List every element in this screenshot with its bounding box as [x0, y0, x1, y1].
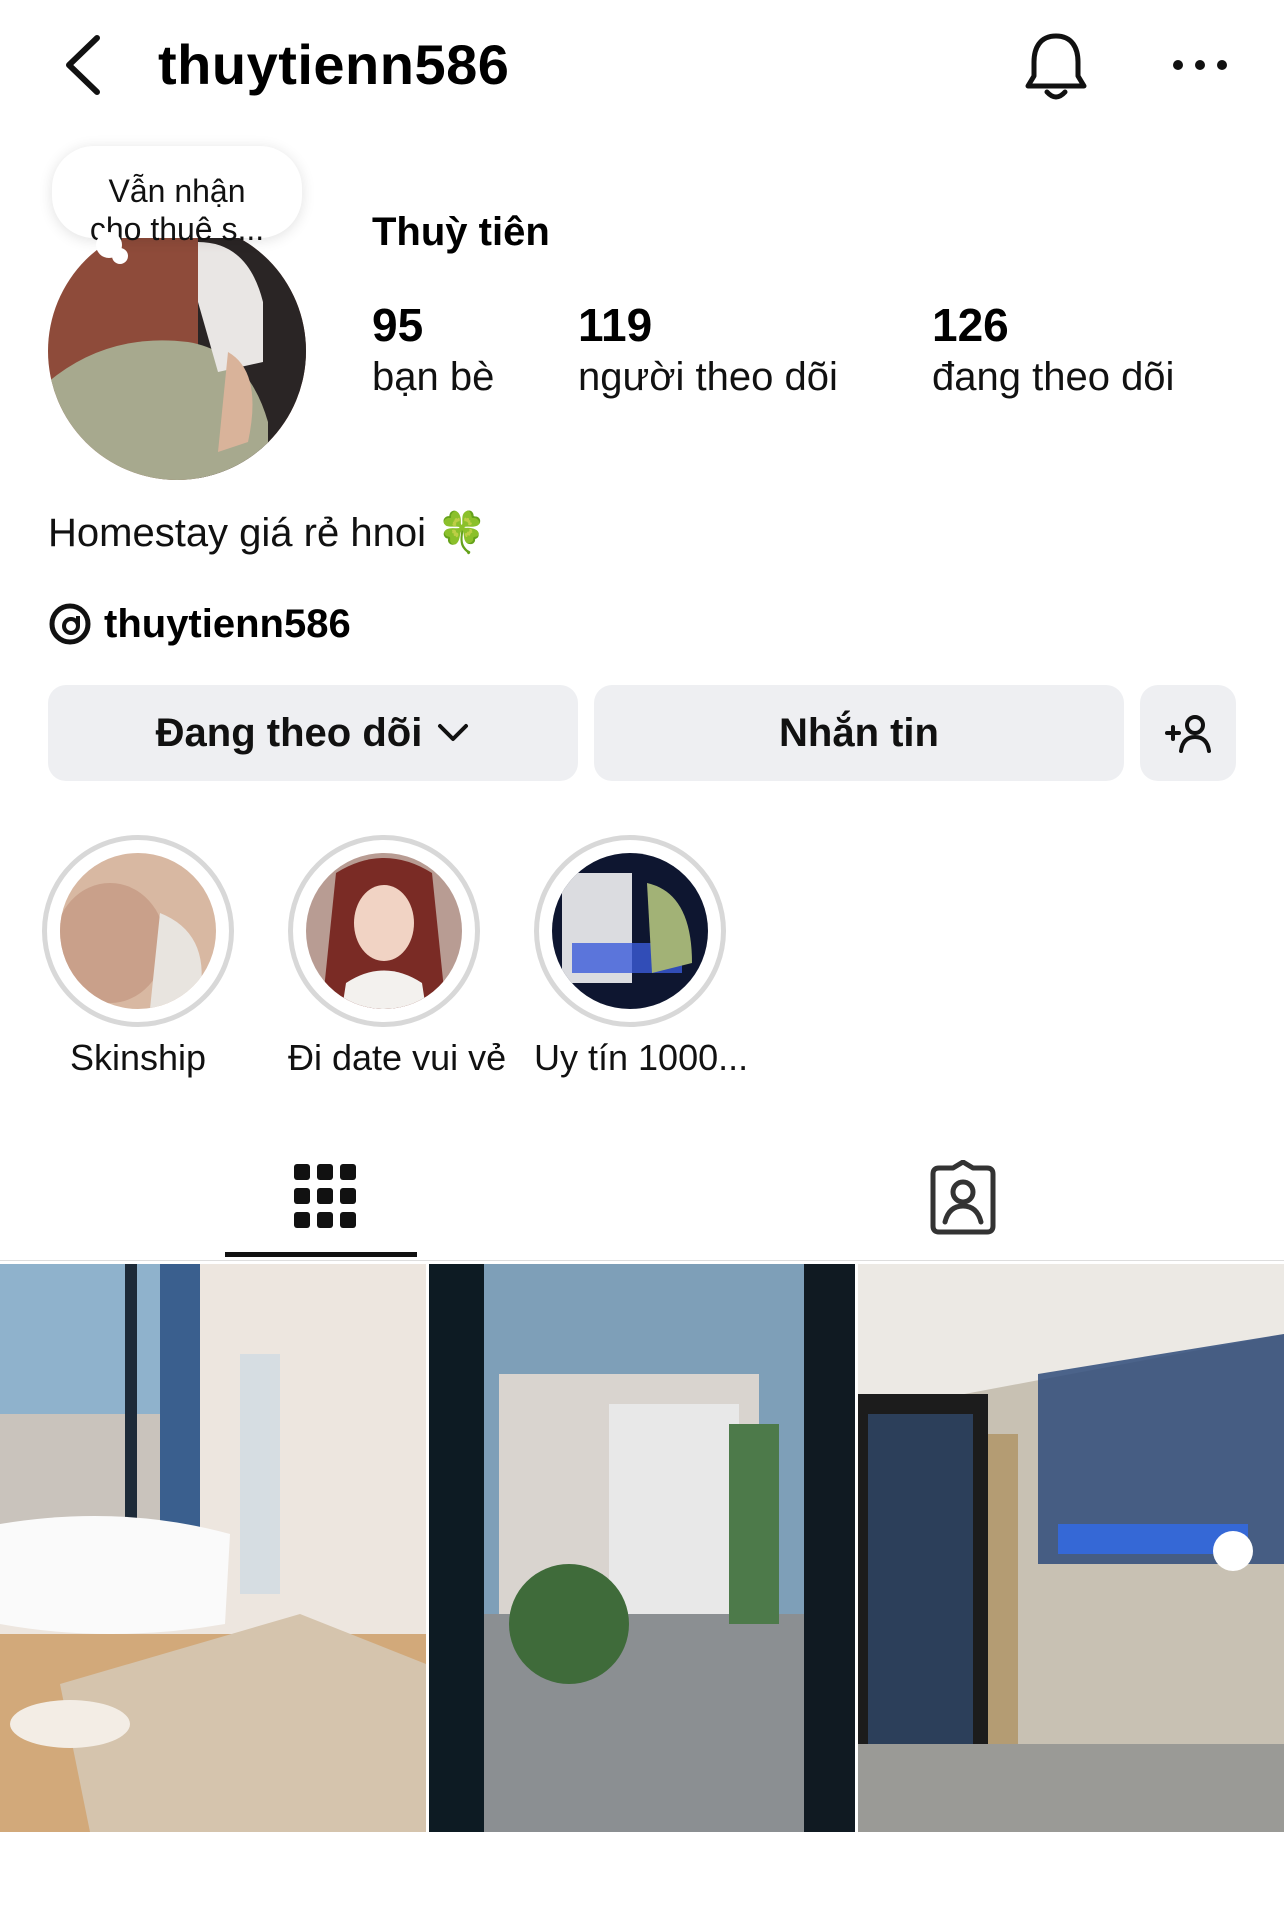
- threads-icon: [49, 603, 91, 645]
- highlight-date[interactable]: Đi date vui vẻ: [288, 835, 507, 1079]
- highlight-skinship[interactable]: Skinship: [42, 835, 234, 1079]
- active-tab-indicator: [225, 1252, 417, 1257]
- highlight-ring: [534, 835, 726, 1027]
- message-button-label: Nhắn tin: [779, 710, 939, 755]
- profile-note-bubble[interactable]: Vẫn nhận cho thuê s...: [52, 146, 302, 247]
- display-name: Thuỳ tiên: [372, 210, 550, 254]
- stat-followers-count: 119: [578, 299, 653, 351]
- highlight-trust[interactable]: Uy tín 1000...: [534, 835, 749, 1079]
- following-button-label: Đang theo dõi: [155, 710, 423, 755]
- stat-friends-label: bạn bè: [372, 355, 495, 399]
- following-button[interactable]: Đang theo dõi: [48, 685, 578, 781]
- stat-followers[interactable]: 119 người theo dõi: [578, 300, 838, 404]
- highlight-cover: [60, 853, 216, 1009]
- highlight-cover: [306, 853, 462, 1009]
- note-line-2: cho thuê s...: [89, 211, 265, 247]
- note-line-1: Vẫn nhận: [108, 173, 246, 209]
- threads-handle: thuytienn586: [104, 601, 351, 646]
- stat-following-count: 126: [932, 299, 1009, 351]
- post-thumbnail[interactable]: [858, 1264, 1284, 1832]
- more-icon[interactable]: [1160, 40, 1240, 90]
- stat-followers-label: người theo dõi: [578, 355, 838, 399]
- stat-friends-count: 95: [372, 299, 424, 351]
- profile-avatar[interactable]: [48, 222, 306, 480]
- threads-link[interactable]: thuytienn586: [48, 598, 351, 650]
- chevron-down-icon: [438, 724, 469, 741]
- add-person-icon: [1165, 715, 1211, 753]
- message-button[interactable]: Nhắn tin: [594, 685, 1124, 781]
- post-thumbnail[interactable]: [429, 1264, 855, 1832]
- tab-divider: [0, 1260, 1284, 1261]
- stat-following-label: đang theo dõi: [932, 355, 1175, 399]
- profile-username: thuytienn586: [158, 33, 510, 96]
- profile-bio: Homestay giá rẻ hnoi 🍀: [48, 511, 487, 555]
- suggest-people-button[interactable]: [1140, 685, 1236, 781]
- stat-following[interactable]: 126 đang theo dõi: [932, 300, 1174, 404]
- bell-icon[interactable]: [1020, 28, 1092, 106]
- tagged-icon[interactable]: [925, 1160, 1001, 1236]
- back-icon[interactable]: [55, 30, 115, 100]
- highlight-label: Đi date vui vẻ: [288, 1037, 507, 1078]
- post-thumbnail[interactable]: [0, 1264, 426, 1832]
- highlight-ring: [288, 835, 480, 1027]
- note-tail-small: [112, 248, 128, 264]
- grid-icon[interactable]: [280, 1158, 370, 1238]
- stat-friends[interactable]: 95 bạn bè: [372, 300, 494, 404]
- highlight-ring: [42, 835, 234, 1027]
- highlight-label: Skinship: [69, 1037, 207, 1078]
- highlight-cover: [552, 853, 708, 1009]
- highlight-label: Uy tín 1000...: [534, 1037, 749, 1078]
